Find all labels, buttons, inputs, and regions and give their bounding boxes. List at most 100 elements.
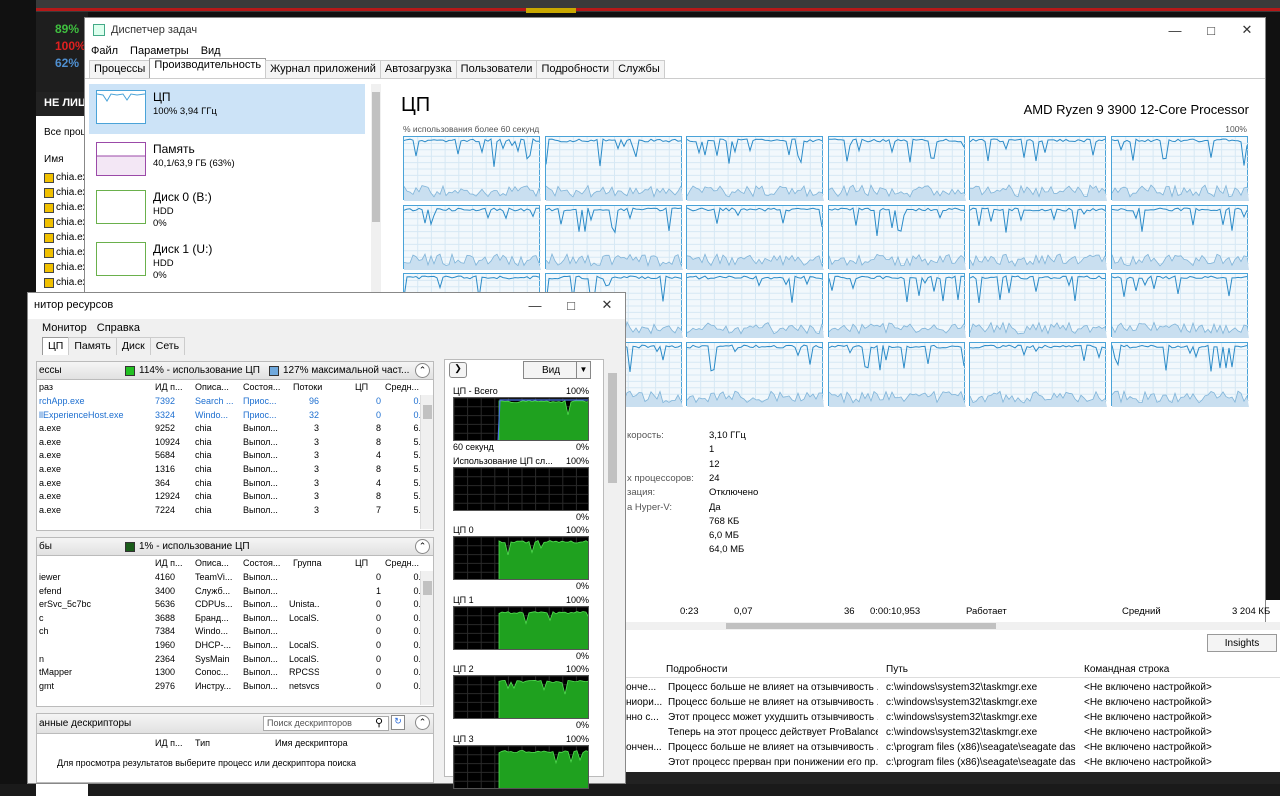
table-row[interactable]: a.exe9252chiaВыпол...386.46 <box>37 423 431 437</box>
services-scrollbar[interactable] <box>420 571 433 705</box>
column-header[interactable]: Состоя... <box>243 558 280 568</box>
table-row[interactable]: n2364SysMainВыпол...LocalS...00.00 <box>37 654 431 668</box>
table-row[interactable]: a.exe7224chiaВыпол...375.52 <box>37 505 431 519</box>
processes-scrollbar[interactable] <box>420 395 433 529</box>
tab-4[interactable]: Пользователи <box>455 60 538 78</box>
sidebar-item-disk0[interactable]: Диск 0 (B:) HDD 0% <box>89 184 365 234</box>
table-row[interactable]: tMapper1300Сопос...Выпол...RPCSS00.00 <box>37 667 431 681</box>
column-header[interactable]: Описа... <box>195 382 229 392</box>
table-row[interactable]: 1960DHCP-...Выпол...LocalS...00.00 <box>37 640 431 654</box>
column-header[interactable]: ИД п... <box>155 558 182 568</box>
table-row[interactable]: rchApp.exe7392Search ...Приос...9600.00 <box>37 396 431 410</box>
expand-graphs-icon[interactable]: ❯ <box>449 362 467 378</box>
details-col-path[interactable]: Путь <box>886 664 908 675</box>
disk0-thumbnail <box>96 190 146 224</box>
details-row[interactable]: онче... Процесс больше не влияет на отзыв… <box>626 682 1280 697</box>
column-header[interactable]: Тип <box>195 738 210 748</box>
sidebar-scrollbar[interactable] <box>371 84 381 304</box>
table-row[interactable]: c3688Бранд...Выпол...LocalS...00.01 <box>37 613 431 627</box>
details-row[interactable]: Этот процесс прерван при понижении его п… <box>626 757 1280 772</box>
search-icon[interactable]: ⚲ <box>375 716 383 729</box>
column-header[interactable]: раз <box>39 382 53 392</box>
handles-header[interactable]: анные дескрипторы Поиск дескрипторов ⚲ ↻… <box>37 714 433 734</box>
tab-1[interactable]: Производительность <box>149 58 267 78</box>
services-header[interactable]: бы 1% - использование ЦП ⌃ <box>37 538 433 556</box>
chevron-down-icon[interactable]: ▼ <box>576 362 590 378</box>
menu-item[interactable]: Параметры <box>130 45 189 57</box>
rm-tab-2[interactable]: Диск <box>115 337 151 355</box>
handles-chevron-icon[interactable]: ⌃ <box>415 715 430 730</box>
menu-item[interactable]: Файл <box>91 45 118 57</box>
cell-pid: 7392 <box>155 396 176 406</box>
tab-3[interactable]: Автозагрузка <box>379 60 457 78</box>
table-row[interactable]: gmt2976Инстру...Выпол...netsvcs00.00 <box>37 681 431 695</box>
details-col-detail[interactable]: Подробности <box>666 664 727 675</box>
tab-0[interactable]: Процессы <box>89 60 151 78</box>
table-row[interactable]: a.exe10924chiaВыпол...385.83 <box>37 437 431 451</box>
tab-2[interactable]: Журнал приложений <box>265 60 381 78</box>
services-usage: 1% - использование ЦП <box>139 541 250 552</box>
tab-6[interactable]: Службы <box>613 60 665 78</box>
column-header[interactable]: Состоя... <box>243 382 280 392</box>
details-row[interactable]: нно с... Этот процесс может ухудшить отзы… <box>626 712 1280 727</box>
insights-button[interactable]: Insights <box>1207 634 1277 652</box>
table-row[interactable]: ch7384Windo...Выпол...00.01 <box>37 626 431 640</box>
column-header[interactable]: Группа <box>293 558 322 568</box>
cell-desc: chia <box>195 491 212 502</box>
collapse-chevron-icon[interactable]: ⌃ <box>415 363 430 378</box>
details-row[interactable]: Теперь на этот процесс действует ProBala… <box>626 727 1280 742</box>
task-manager-titlebar[interactable]: Диспетчер задач <box>85 18 1265 42</box>
table-row[interactable]: efend3400Служб...Выпол...10.15 <box>37 586 431 600</box>
rm-graphs-scrollbar[interactable] <box>606 359 619 777</box>
rm-tab-0[interactable]: ЦП <box>42 337 70 355</box>
close-button[interactable]: ✕ <box>1229 18 1265 42</box>
rm-menu-item[interactable]: Справка <box>97 322 140 334</box>
rm-maximize-button[interactable]: □ <box>553 293 589 317</box>
column-header[interactable]: Описа... <box>195 558 229 568</box>
cell-state: Выпол... <box>243 464 278 474</box>
table-row[interactable]: a.exe364chiaВыпол...345.76 <box>37 477 431 492</box>
sidebar-memory-value: 40,1/63,9 ГБ (63%) <box>153 158 235 169</box>
sidebar-item-cpu[interactable]: ЦП 100% 3,94 ГГц <box>89 84 365 134</box>
column-header[interactable]: Средн... <box>385 558 419 568</box>
handles-search-input[interactable]: Поиск дескрипторов <box>263 716 389 731</box>
maximize-button[interactable]: □ <box>1193 18 1229 42</box>
rm-tab-1[interactable]: Память <box>68 337 117 355</box>
menu-item[interactable]: Вид <box>201 45 221 57</box>
column-header[interactable]: Имя дескриптора <box>275 738 348 748</box>
table-row[interactable]: erSvc_5c7bc 5636 CDPUs... Выпол... Unista...… <box>37 599 431 613</box>
refresh-icon[interactable]: ↻ <box>391 715 405 730</box>
minimize-button[interactable]: — <box>1157 18 1193 42</box>
column-header[interactable]: ИД п... <box>155 738 182 748</box>
cell-state: Приос... <box>243 409 277 420</box>
rm-close-button[interactable]: ✕ <box>589 293 625 317</box>
cell-threads: 3 <box>313 477 319 488</box>
background-filter[interactable]: Все проц <box>44 127 86 138</box>
table-row[interactable]: a.exe5684chiaВыпол...345.83 <box>37 450 431 464</box>
details-row[interactable]: ончен... Процесс больше не влияет на отзы… <box>626 742 1280 757</box>
sidebar-item-memory[interactable]: Память 40,1/63,9 ГБ (63%) <box>89 136 365 186</box>
details-col-cmd[interactable]: Командная строка <box>1084 664 1169 675</box>
column-header[interactable]: ИД п... <box>155 382 182 392</box>
column-header[interactable]: ЦП <box>355 558 368 568</box>
column-header[interactable]: ЦП <box>355 382 368 392</box>
details-row[interactable]: ниори... Процесс больше не влияет на отзы… <box>626 697 1280 712</box>
table-row[interactable]: a.exe1316chiaВыпол...385.78 <box>37 464 431 478</box>
details-detail: Процесс больше не влияет на отзывчивость… <box>668 697 878 708</box>
rm-menu-item[interactable]: Монитор <box>42 322 87 334</box>
tab-5[interactable]: Подробности <box>536 60 615 78</box>
column-header[interactable]: Средн... <box>385 382 419 392</box>
column-header[interactable]: Потоки <box>293 382 322 392</box>
table-row[interactable]: iewer4160TeamVi...Выпол...00.18 <box>37 572 431 586</box>
horizontal-scrollbar[interactable] <box>626 622 1280 630</box>
sidebar-item-disk1[interactable]: Диск 1 (U:) HDD 0% <box>89 236 365 286</box>
rm-tab-3[interactable]: Сеть <box>149 337 186 355</box>
rm-minimize-button[interactable]: — <box>517 293 553 317</box>
view-dropdown[interactable]: Вид ▼ <box>523 361 591 379</box>
processes-header[interactable]: ессы 114% - использование ЦП 127% максим… <box>37 362 433 380</box>
table-row[interactable]: a.exe12924chiaВыпол...385.57 <box>37 491 431 505</box>
details-header: Подробности Путь Командная строка <box>626 660 1280 678</box>
services-chevron-icon[interactable]: ⌃ <box>415 539 430 554</box>
table-row[interactable]: llExperienceHost.exe 3324 Windo... Приос...… <box>37 409 431 424</box>
graph-footer: 0% <box>453 512 589 522</box>
